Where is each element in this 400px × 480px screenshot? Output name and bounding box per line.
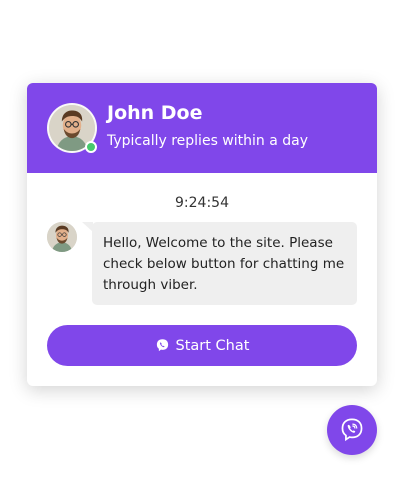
user-avatar-icon [47, 222, 77, 252]
start-chat-label: Start Chat [175, 337, 250, 354]
message-bubble: Hello, Welcome to the site. Please check… [92, 222, 357, 305]
agent-reply-status: Typically replies within a day [107, 133, 309, 149]
chat-widget-popup: John Doe Typically replies within a day … [27, 83, 377, 386]
message-timestamp: 9:24:54 [175, 195, 229, 211]
viber-launcher-button[interactable] [327, 405, 377, 455]
viber-icon [156, 339, 168, 352]
page: John Doe Typically replies within a day … [0, 0, 400, 480]
online-status-dot [85, 141, 97, 153]
message-avatar [47, 222, 77, 252]
viber-icon [341, 418, 363, 442]
start-chat-button[interactable]: Start Chat [47, 325, 357, 366]
chat-header: John Doe Typically replies within a day [27, 83, 377, 173]
agent-name: John Doe [107, 102, 203, 124]
